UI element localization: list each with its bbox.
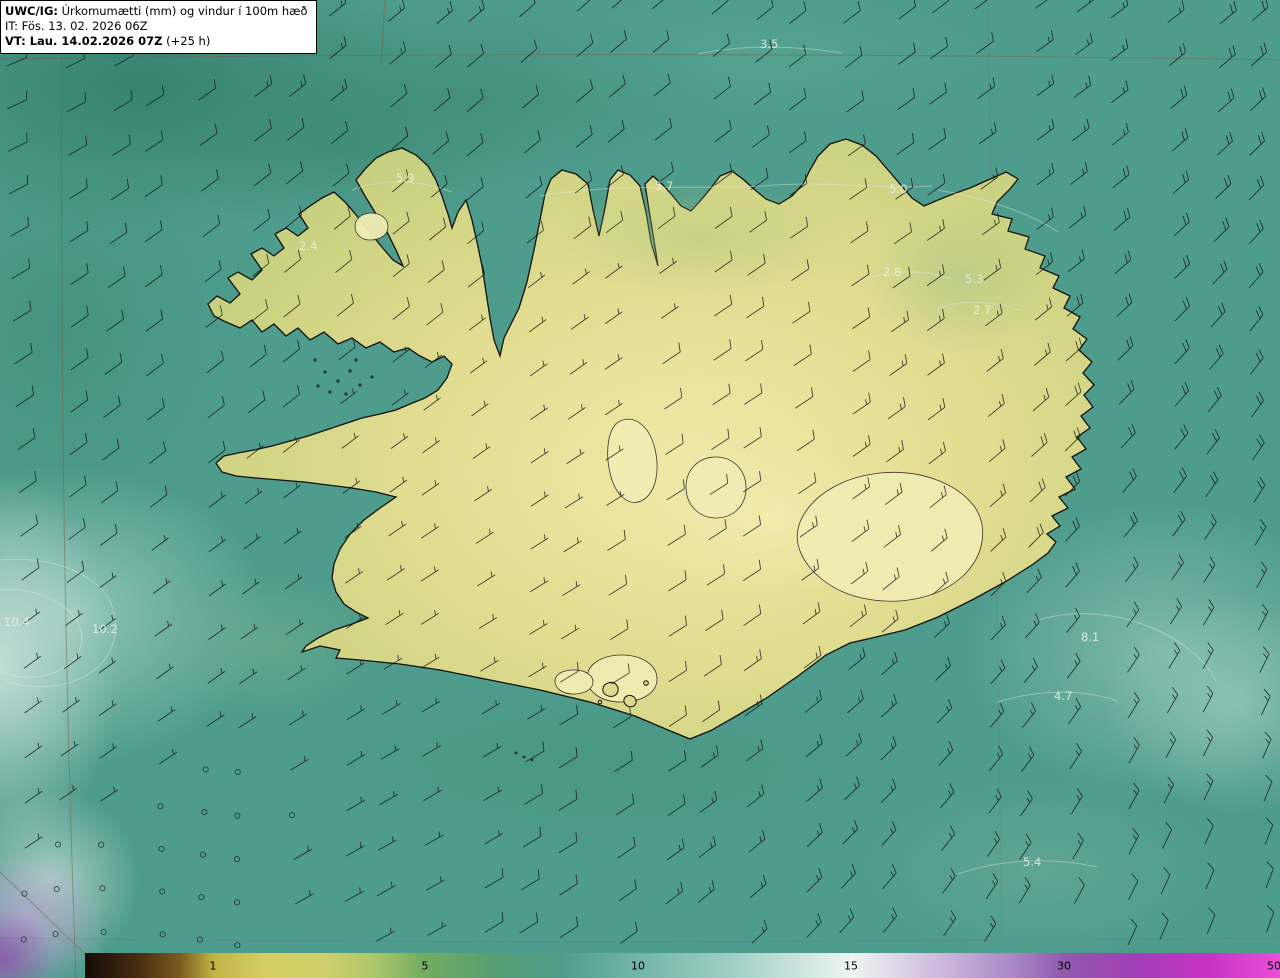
map-title-box: UWC/IG: Úrkomumætti (mm) og vindur í 100… — [0, 0, 317, 54]
valid-time: VT: Lau. 14.02.2026 07Z (+25 h) — [5, 34, 211, 48]
contour-label: 1.6 — [632, 463, 650, 477]
precipitation-field: 3.5 5.9 5.7 5.0 2.4 2.8 5.3 2.7 10.4 10.2 8.1 4.7 5.… — [0, 0, 1280, 978]
map-title: UWC/IG: Úrkomumætti (mm) og vindur í 100… — [5, 4, 308, 18]
colorbar-tick-label: 1 — [209, 959, 217, 972]
hofsjokull-glacier — [685, 456, 747, 519]
contour-label: 4.7 — [1054, 689, 1072, 703]
contour-label: 5.4 — [1023, 855, 1041, 869]
contour-label: 5.7 — [655, 179, 673, 193]
colorbar-tick-label: 50 — [1267, 959, 1280, 972]
small-island — [643, 680, 649, 686]
contour-label: 2.7 — [973, 303, 991, 317]
vestmannaeyjar-island — [602, 682, 619, 697]
init-time: IT: Fös. 13. 02. 2026 06Z — [5, 19, 148, 33]
contour-label: 2.4 — [299, 239, 317, 253]
contour-label: 8.1 — [1081, 630, 1099, 644]
vestmannaeyjar-island — [623, 695, 637, 708]
contour-label: 5.3 — [965, 272, 983, 286]
contour-label: 10.4 — [4, 615, 30, 629]
colorbar-tick-label: 5 — [421, 959, 429, 972]
colorbar-tick-label: 10 — [631, 959, 645, 972]
model-name: UWC/IG: — [5, 4, 58, 18]
colorbar-tick-label: 30 — [1057, 959, 1071, 972]
contour-label: 10.2 — [92, 622, 118, 636]
contour-label: 2.8 — [883, 265, 901, 279]
contour-label: 3.5 — [760, 37, 778, 51]
contour-label: 5.9 — [396, 171, 414, 185]
colorbar: 1 5 10 15 30 50 — [85, 953, 1280, 978]
myrdalsjokull-glacier — [586, 654, 658, 703]
contour-label: 2.8 — [754, 501, 772, 515]
contour-label: 5.0 — [889, 182, 907, 196]
colorbar-tick-label: 15 — [844, 959, 858, 972]
drangajokull-glacier — [354, 212, 389, 241]
small-island — [597, 699, 603, 705]
